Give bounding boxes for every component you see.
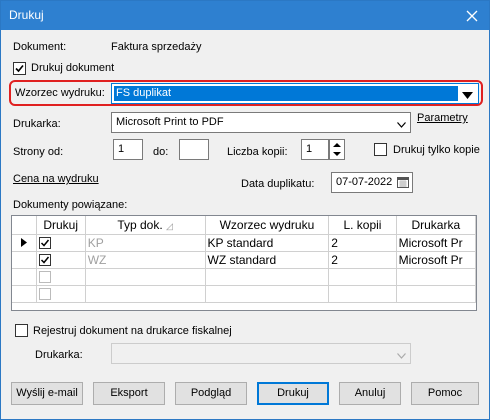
row-type — [85, 285, 206, 303]
title-bar: Drukuj — [1, 1, 489, 30]
sort-icon: ◿ — [166, 220, 173, 231]
printer-label: Drukarka: — [13, 118, 61, 130]
print-button[interactable]: Drukuj — [257, 382, 329, 405]
copies-spinner[interactable] — [329, 139, 345, 160]
pages-to-label: do: — [153, 146, 169, 158]
printer-value: Microsoft Print to PDF — [116, 116, 224, 128]
column-header-template[interactable]: Wzorzec wydruku — [205, 216, 330, 235]
column-header-print[interactable]: Drukuj — [36, 216, 86, 235]
table-row[interactable]: KP KP standard 2 Microsoft Pr — [12, 234, 476, 252]
row-printer[interactable]: Microsoft Pr — [396, 234, 476, 252]
row-print-checkbox[interactable] — [36, 268, 86, 286]
print-document-label: Drukuj dokument — [31, 62, 115, 74]
row-type: KP — [85, 234, 206, 252]
column-header-copies[interactable]: L. kopii — [328, 216, 397, 235]
fiscal-register-checkbox[interactable] — [15, 324, 28, 337]
row-printer[interactable] — [396, 285, 476, 303]
print-dialog: Drukuj Dokument: Faktura sprzedaży Druku… — [0, 0, 490, 420]
document-value: Faktura sprzedaży — [111, 41, 202, 53]
row-print-checkbox[interactable] — [36, 285, 86, 303]
row-template[interactable]: KP standard — [205, 234, 330, 252]
duplicate-date-value: 07-07-2022 — [336, 176, 393, 188]
row-printer[interactable]: Microsoft Pr — [396, 251, 476, 269]
column-header-type[interactable]: Typ dok. ◿ — [85, 216, 206, 235]
table-row[interactable] — [12, 268, 476, 286]
duplicate-date-input[interactable]: 07-07-2022 — [331, 172, 413, 193]
row-copies[interactable] — [328, 268, 397, 286]
calendar-icon[interactable] — [397, 176, 409, 191]
table-row[interactable]: WZ WZ standard 2 Microsoft Pr — [12, 251, 476, 269]
fiscal-printer-select[interactable] — [111, 343, 411, 364]
template-label: Wzorzec wydruku: — [15, 87, 105, 99]
print-copy-only-checkbox[interactable] — [374, 143, 387, 156]
pages-to-input[interactable] — [179, 139, 209, 160]
row-template[interactable] — [205, 268, 330, 286]
row-template[interactable]: WZ standard — [205, 251, 330, 269]
print-document-checkbox[interactable] — [13, 62, 26, 75]
related-docs-label: Dokumenty powiązane: — [13, 199, 128, 211]
copies-label: Liczba kopii: — [227, 146, 288, 158]
column-header-printer[interactable]: Drukarka — [396, 216, 476, 235]
cancel-button[interactable]: Anuluj — [339, 382, 401, 405]
close-icon[interactable] — [455, 1, 489, 30]
help-button[interactable]: Pomoc — [411, 382, 479, 405]
price-on-print-link[interactable]: Cena na wydruku — [13, 173, 99, 185]
chevron-down-icon[interactable] — [397, 119, 406, 131]
row-print-checkbox[interactable] — [36, 251, 86, 269]
send-email-button[interactable]: Wyślij e-mail — [11, 382, 83, 405]
row-printer[interactable] — [396, 268, 476, 286]
row-indicator — [12, 285, 37, 303]
fiscal-printer-label: Drukarka: — [35, 349, 83, 361]
row-copies[interactable] — [328, 285, 397, 303]
row-type — [85, 268, 206, 286]
row-type: WZ — [85, 251, 206, 269]
copies-input[interactable]: 1 — [301, 139, 329, 160]
print-copy-only-label: Drukuj tylko kopie — [393, 144, 480, 156]
chevron-down-icon[interactable] — [397, 350, 406, 362]
fiscal-register-label: Rejestruj dokument na drukarce fiskalnej — [33, 325, 232, 337]
row-copies[interactable]: 2 — [328, 251, 397, 269]
pages-from-input[interactable]: 1 — [113, 139, 143, 160]
row-print-checkbox[interactable] — [36, 234, 86, 252]
export-button[interactable]: Eksport — [93, 382, 165, 405]
row-template[interactable] — [205, 285, 330, 303]
row-indicator — [12, 251, 37, 269]
row-copies[interactable]: 2 — [328, 234, 397, 252]
related-docs-grid: Drukuj Typ dok. ◿ Wzorzec wydruku L. kop… — [11, 215, 477, 311]
printer-select[interactable]: Microsoft Print to PDF — [111, 112, 411, 133]
chevron-down-icon[interactable] — [462, 90, 473, 102]
duplicate-date-label: Data duplikatu: — [241, 178, 315, 190]
template-select[interactable]: FS duplikat — [111, 83, 479, 104]
pages-from-label: Strony od: — [13, 146, 64, 158]
table-row[interactable] — [12, 285, 476, 303]
preview-button[interactable]: Podgląd — [175, 382, 247, 405]
window-title: Drukuj — [9, 8, 44, 22]
parameters-link[interactable]: Parametry — [417, 112, 468, 124]
document-label: Dokument: — [13, 41, 67, 53]
row-indicator-header — [12, 216, 37, 235]
template-value: FS duplikat — [116, 87, 172, 99]
current-row-icon — [12, 234, 37, 252]
row-indicator — [12, 268, 37, 286]
